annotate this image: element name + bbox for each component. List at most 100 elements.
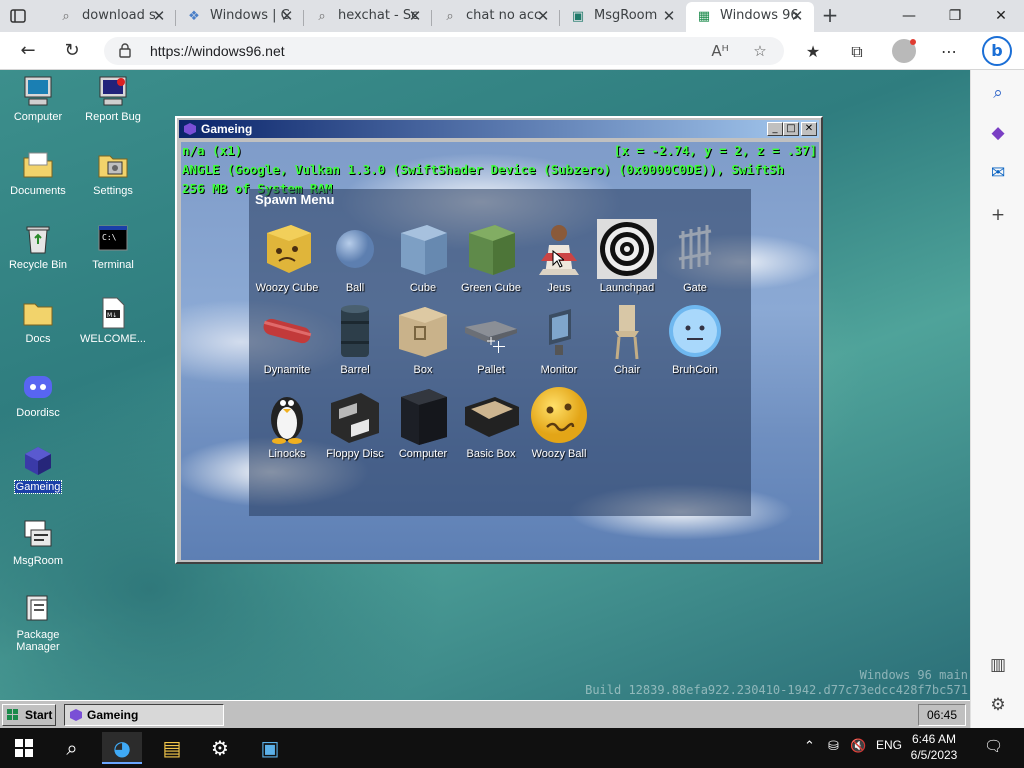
desktop: Computer Report Bug Documents Settings R… [0, 70, 970, 700]
spawn-item-chair[interactable]: Chair [593, 301, 661, 381]
close-tab-icon[interactable]: ✕ [534, 7, 552, 25]
settings-gear-icon[interactable]: ⚙ [200, 732, 240, 764]
close-tab-icon[interactable]: ✕ [660, 7, 678, 25]
minimize-button[interactable]: — [886, 0, 932, 32]
browser-tab[interactable]: ⌕ download s ✕ [48, 2, 176, 32]
hide-sidebar-icon[interactable]: ▥ [987, 654, 1009, 676]
spawn-item-cube[interactable]: Cube [389, 219, 457, 299]
close-tab-icon[interactable]: ✕ [278, 7, 296, 25]
spawn-item-launchpad[interactable]: Launchpad [593, 219, 661, 299]
browser-tab[interactable]: ⌕ chat no acc ✕ [432, 2, 560, 32]
bing-chat-icon[interactable]: b [982, 36, 1012, 66]
spawn-item-linocks[interactable]: Linocks [253, 385, 321, 465]
green-cube-icon [469, 225, 515, 275]
url-text[interactable]: https://windows96.net [150, 43, 285, 59]
favorite-star-icon[interactable]: ☆ [750, 41, 770, 61]
spawn-item-woozy-ball[interactable]: Woozy Ball [525, 385, 593, 465]
spawn-item-floppy-disc[interactable]: Floppy Disc [321, 385, 389, 465]
lock-icon[interactable] [118, 42, 132, 58]
spawn-item-bruhcoin[interactable]: BruhCoin [661, 301, 729, 381]
barrel-icon [341, 305, 369, 357]
desktop-icon-package-manager[interactable]: Package Manager [1, 592, 75, 653]
pallet-icon [465, 321, 517, 345]
computer-icon [24, 76, 52, 106]
close-tab-icon[interactable]: ✕ [150, 7, 168, 25]
address-bar[interactable]: https://windows96.net Aᴴ ☆ [104, 37, 784, 65]
system-clock[interactable]: 6:46 AM 6/5/2023 [906, 731, 962, 763]
gameing-window[interactable]: Gameing _ □ ✕ n/a (x1) [x = -2.74, y = 2… [175, 116, 823, 564]
desktop-icon-msgroom[interactable]: MsgRoom [1, 518, 75, 567]
w96-clock: 06:45 [918, 704, 966, 726]
desktop-icon-computer[interactable]: Computer [1, 74, 75, 123]
read-aloud-icon[interactable]: Aᴴ [710, 41, 730, 61]
desktop-icon-recycle-bin[interactable]: Recycle Bin [1, 222, 75, 271]
network-icon[interactable]: ⛁ [828, 738, 839, 754]
show-hidden-icons[interactable]: ⌃ [804, 738, 815, 754]
minimize-button[interactable]: _ [767, 122, 783, 136]
start-button[interactable]: Start [2, 704, 56, 726]
spawn-item-ball[interactable]: Ball [321, 219, 389, 299]
close-tab-icon[interactable]: ✕ [406, 7, 424, 25]
desktop-icon-report-bug[interactable]: Report Bug [76, 74, 150, 123]
search-icon[interactable]: ⌕ [987, 82, 1009, 104]
os-watermark: Windows 96 main [859, 668, 968, 682]
spawn-item-green-cube[interactable]: Green Cube [457, 219, 525, 299]
browser-tab[interactable]: ▣ MsgRoom ✕ [560, 2, 686, 32]
notification-dot [910, 39, 916, 45]
window-title: Gameing [201, 122, 253, 136]
spawn-item-woozy-cube[interactable]: Woozy Cube [253, 219, 321, 299]
maximize-button[interactable]: □ [783, 122, 799, 136]
spawn-item-monitor[interactable]: Monitor [525, 301, 593, 381]
volume-muted-icon[interactable]: 🔇 [850, 738, 866, 754]
browser-tab[interactable]: ❖ Windows | C ✕ [176, 2, 304, 32]
settings-gear-icon[interactable]: ⚙ [987, 694, 1009, 716]
notifications-icon[interactable]: 🗨 [984, 737, 1003, 755]
more-menu-icon[interactable]: ⋯ [938, 41, 960, 63]
language-indicator[interactable]: ENG [876, 738, 902, 752]
favorites-icon[interactable]: ★ [802, 41, 824, 63]
desktop-icon-gameing[interactable]: Gameing [1, 444, 75, 494]
spawn-item-dynamite[interactable]: Dynamite [253, 301, 321, 381]
tab-actions-icon[interactable] [8, 6, 28, 26]
browser-tab[interactable]: ⌕ hexchat - Sc ✕ [304, 2, 432, 32]
close-button[interactable]: ✕ [801, 122, 817, 136]
browser-tab-strip: ⌕ download s ✕ ❖ Windows | C ✕ ⌕ hexchat… [0, 0, 1024, 32]
window-titlebar[interactable]: Gameing _ □ ✕ [179, 120, 819, 138]
desktop-icon-settings[interactable]: Settings [76, 148, 150, 197]
windows96-icon: ▦ [697, 9, 711, 24]
game-viewport[interactable]: n/a (x1) [x = -2.74, y = 2, z = .37] ANG… [181, 142, 819, 560]
search-icon[interactable]: ⌕ [52, 732, 92, 764]
windows-start-icon[interactable] [4, 732, 44, 764]
close-window-button[interactable]: ✕ [978, 0, 1024, 32]
shopping-icon[interactable]: ◆ [987, 122, 1009, 144]
spawn-item-pallet[interactable]: Pallet [457, 301, 525, 381]
file-explorer-icon[interactable]: ▤ [152, 732, 192, 764]
basic-box-icon [465, 397, 519, 437]
edge-browser-icon[interactable]: ◕ [102, 732, 142, 764]
spawn-item-computer[interactable]: Computer [389, 385, 457, 465]
collections-icon[interactable]: ⧉ [846, 41, 868, 63]
outlook-icon[interactable]: ✉ [987, 162, 1009, 184]
add-sidebar-app-icon[interactable]: + [987, 204, 1009, 226]
new-tab-button[interactable]: + [818, 4, 842, 28]
icon-label: Terminal [92, 259, 134, 271]
desktop-icon-doordisc[interactable]: Doordisc [1, 370, 75, 419]
desktop-icon-documents[interactable]: Documents [1, 148, 75, 197]
control-panel-icon[interactable]: ▣ [250, 732, 290, 764]
desktop-icon-welcome[interactable]: M↓ WELCOME... [76, 296, 150, 345]
spawn-item-barrel[interactable]: Barrel [321, 301, 389, 381]
taskbar-item-gameing[interactable]: Gameing [64, 704, 224, 726]
restore-button[interactable]: ❐ [932, 0, 978, 32]
close-tab-icon[interactable]: ✕ [788, 7, 806, 25]
browser-tab-active[interactable]: ▦ Windows 96 ✕ [686, 2, 814, 32]
spawn-item-basic-box[interactable]: Basic Box [457, 385, 525, 465]
desktop-icon-terminal[interactable]: C:\ Terminal [76, 222, 150, 271]
refresh-button[interactable]: ↻ [60, 39, 84, 63]
desktop-icon-docs[interactable]: Docs [1, 296, 75, 345]
icon-label: Report Bug [85, 111, 141, 123]
spawn-item-box[interactable]: Box [389, 301, 457, 381]
spawn-item-gate[interactable]: Gate [661, 219, 729, 299]
back-button[interactable]: ← [16, 39, 40, 63]
settings-folder-icon [98, 155, 128, 178]
launchpad-spiral-icon [597, 219, 657, 279]
